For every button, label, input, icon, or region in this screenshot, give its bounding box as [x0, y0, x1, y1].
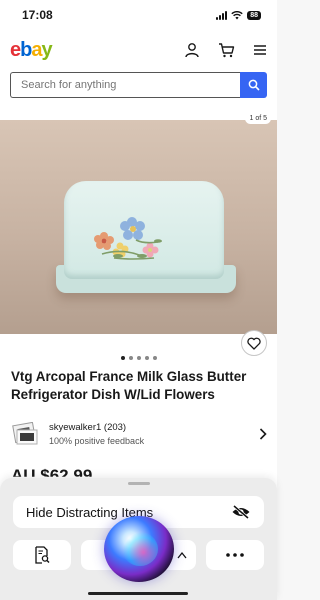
siri-orb-icon[interactable] — [104, 516, 174, 582]
header-actions — [184, 42, 267, 58]
search-input[interactable] — [10, 72, 240, 98]
battery-indicator: 88 — [247, 10, 261, 20]
search-button[interactable] — [240, 72, 267, 98]
summarize-page-button[interactable] — [13, 540, 71, 570]
photo-counter: 1 of 5 — [245, 113, 271, 124]
search-bar — [0, 70, 277, 104]
add-to-watchlist-button[interactable] — [241, 330, 267, 356]
chevron-up-icon — [177, 551, 187, 559]
pager-dot[interactable] — [152, 356, 157, 360]
more-options-button[interactable] — [206, 540, 264, 570]
seller-row[interactable]: skyewalker1 (203) 100% positive feedback — [11, 418, 267, 450]
search-icon — [248, 79, 260, 91]
hamburger-menu-icon[interactable] — [253, 44, 267, 56]
document-search-icon — [35, 546, 50, 564]
seller-avatar — [11, 421, 39, 446]
seller-feedback: 100% positive feedback — [49, 436, 145, 446]
cellular-signal-icon — [216, 10, 228, 20]
seller-name: skyewalker1 (203) — [49, 422, 127, 433]
status-bar: 17:08 88 — [0, 0, 277, 30]
home-indicator[interactable] — [88, 592, 188, 595]
wifi-icon — [231, 10, 243, 19]
status-time: 17:08 — [22, 8, 53, 22]
ebay-logo[interactable]: ebay — [10, 39, 53, 62]
pager-dot[interactable] — [120, 356, 125, 360]
seller-text: skyewalker1 (203) 100% positive feedback — [49, 422, 259, 446]
photo-pager[interactable] — [0, 356, 277, 360]
product-photo[interactable] — [0, 120, 277, 334]
pager-dot[interactable] — [128, 356, 133, 360]
chevron-right-icon — [259, 428, 267, 440]
person-icon[interactable] — [184, 42, 200, 58]
heart-icon — [247, 337, 261, 350]
app-header: ebay — [0, 30, 277, 70]
ellipsis-icon — [226, 553, 244, 557]
pager-dot[interactable] — [136, 356, 141, 360]
status-icons: 88 — [216, 10, 261, 20]
listing-title: Vtg Arcopal France Milk Glass Butter Ref… — [11, 369, 247, 402]
flower-decoration — [94, 217, 162, 260]
eye-slash-icon — [232, 505, 250, 519]
header-spacer — [0, 104, 277, 120]
sheet-grabber[interactable] — [128, 482, 150, 485]
cart-icon[interactable] — [218, 42, 235, 58]
pager-dot[interactable] — [144, 356, 149, 360]
